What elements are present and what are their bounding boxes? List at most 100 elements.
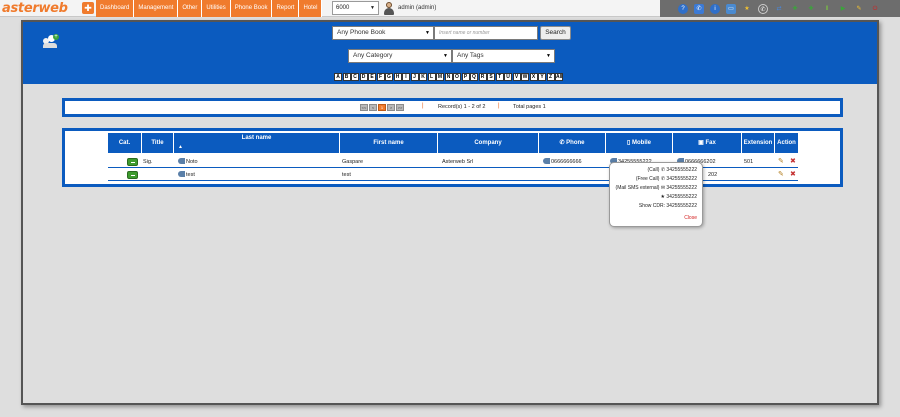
col-cat[interactable]: Cat. (108, 133, 142, 153)
letter-l[interactable]: L (427, 73, 436, 81)
total-pages: Total pages 1 (513, 104, 546, 110)
agent-icon[interactable]: ✚ (806, 4, 816, 14)
letter-k[interactable]: K (419, 73, 427, 81)
phone-text: 0666666666 (551, 159, 582, 165)
tags-select[interactable]: Any Tags ▼ (452, 49, 555, 63)
col-company[interactable]: Company (438, 133, 539, 153)
records-count: Record(s) 1 - 2 of 2 (438, 104, 486, 110)
letter-v[interactable]: V (512, 73, 521, 81)
star-icon[interactable]: ★ (742, 4, 752, 14)
edit-icon[interactable]: ✎ (778, 171, 786, 179)
free-call-option[interactable]: (Free Call) ✆ 34255555222 (636, 176, 697, 182)
letter-g[interactable]: G (385, 73, 393, 81)
logout-icon[interactable]: ⏻ (870, 4, 880, 14)
letter-w[interactable]: W (521, 73, 529, 81)
call-option[interactable]: (Call) ✆ 34255555222 (648, 167, 698, 173)
search-button[interactable]: Search (540, 26, 571, 40)
nav-other[interactable]: Other (178, 0, 203, 17)
main-frame: + Any Phone Book ▼ Insert name or number… (21, 20, 879, 405)
dialer-icon[interactable]: ✆ (758, 3, 768, 14)
col-phone[interactable]: ✆ Phone (539, 133, 606, 153)
add-contact-icon[interactable]: + (43, 34, 59, 48)
nav-phone-book[interactable]: Phone Book (230, 0, 273, 17)
pager-buttons: << < 1 > >> (360, 104, 405, 111)
delete-icon[interactable]: ✖ (790, 158, 798, 166)
col-fax[interactable]: ▣ Fax (673, 133, 742, 153)
show-cdr-option[interactable]: Show CDR: 34255555222 (639, 203, 697, 209)
user-avatar-icon (383, 1, 394, 15)
logo-badge-icon: ✚ (82, 2, 94, 14)
nav-dashboard[interactable]: Dashboard (96, 0, 135, 17)
call-icon[interactable] (543, 157, 550, 164)
letter-t[interactable]: T (495, 73, 504, 81)
col-title[interactable]: Title (142, 133, 174, 153)
col-extension[interactable]: Extension (742, 133, 775, 153)
letter-a[interactable]: A (334, 73, 342, 81)
next-page-button[interactable]: > (387, 104, 395, 111)
mail-sms-option[interactable]: (Mail SMS external) ✉ 34255555222 (616, 185, 697, 191)
sort-asc-icon[interactable]: ▲ (174, 143, 339, 151)
user-area: admin (admin) (383, 1, 436, 15)
phone-book-select[interactable]: Any Phone Book ▼ (332, 26, 434, 40)
nav-management[interactable]: Management (134, 0, 179, 17)
letter-n[interactable]: N (444, 73, 453, 81)
col-last-name[interactable]: Last name ▲ (174, 133, 340, 153)
letter-e[interactable]: E (368, 73, 376, 81)
pause-icon[interactable]: Ⅱ (822, 4, 832, 14)
letter-b[interactable]: B (342, 73, 351, 81)
search-input[interactable]: Insert name or number (434, 26, 538, 40)
letter-d[interactable]: D (359, 73, 368, 81)
letter-c[interactable]: C (351, 73, 359, 81)
letter-h[interactable]: H (393, 73, 402, 81)
transfer-icon[interactable]: ⇄ (774, 4, 784, 14)
first-page-button[interactable]: << (360, 104, 368, 111)
last-page-button[interactable]: >> (396, 104, 404, 111)
nav-hotel[interactable]: Hotel (299, 0, 323, 17)
category-badge-icon[interactable] (127, 158, 138, 166)
delete-icon[interactable]: ✖ (790, 171, 798, 179)
user-name: admin (admin) (398, 5, 437, 11)
letter-s[interactable]: S (487, 73, 495, 81)
letter-j[interactable]: J (410, 73, 419, 81)
col-first-name[interactable]: First name (340, 133, 438, 153)
queue-icon[interactable]: ✚ (790, 4, 800, 14)
letter-f[interactable]: F (376, 73, 385, 81)
category-badge-icon[interactable] (127, 171, 138, 179)
monitor-icon[interactable]: ▭ (726, 3, 736, 14)
letter-q[interactable]: Q (470, 73, 478, 81)
favorite-option[interactable]: ★ 34255555222 (661, 194, 697, 200)
letter-r[interactable]: R (478, 73, 487, 81)
play-icon[interactable]: ▶ (838, 4, 848, 14)
cell-first-name: test (342, 172, 351, 178)
prev-page-button[interactable]: < (369, 104, 377, 111)
col-fax-label: Fax (705, 140, 716, 146)
cell-last-name[interactable]: test (178, 169, 195, 181)
letter-y[interactable]: Y (538, 73, 546, 81)
extension-select[interactable]: 6000 ▼ (332, 1, 379, 15)
cell-phone[interactable]: 0666666666 (543, 156, 582, 168)
edit-icon[interactable]: ✎ (778, 158, 786, 166)
letter-x[interactable]: X (529, 73, 538, 81)
category-select[interactable]: Any Category ▼ (348, 49, 452, 63)
vcard-icon[interactable] (178, 170, 185, 177)
phone-icon[interactable]: ✆ (694, 3, 704, 14)
cell-last-name[interactable]: Noto (178, 156, 198, 168)
nav-utilities[interactable]: Utilities (202, 0, 231, 17)
letter-all[interactable]: All (555, 73, 563, 81)
letter-i[interactable]: I (402, 73, 410, 81)
letter-z[interactable]: Z (546, 73, 555, 81)
wrench-icon[interactable]: ✎ (854, 4, 864, 14)
main-nav: Dashboard Management Other Utilities Pho… (96, 0, 323, 17)
app-logo[interactable]: asterweb (2, 1, 68, 16)
col-mobile[interactable]: ▯ Mobile (606, 133, 673, 153)
letter-u[interactable]: U (504, 73, 512, 81)
page-1-button[interactable]: 1 (378, 104, 386, 111)
close-popup-link[interactable]: Close (684, 215, 697, 221)
info-icon[interactable]: i (710, 3, 720, 14)
help-icon[interactable]: ? (678, 3, 688, 14)
vcard-icon[interactable] (178, 157, 185, 164)
letter-o[interactable]: O (453, 73, 461, 81)
nav-report[interactable]: Report (272, 0, 300, 17)
letter-m[interactable]: M (436, 73, 444, 81)
letter-p[interactable]: P (461, 73, 470, 81)
